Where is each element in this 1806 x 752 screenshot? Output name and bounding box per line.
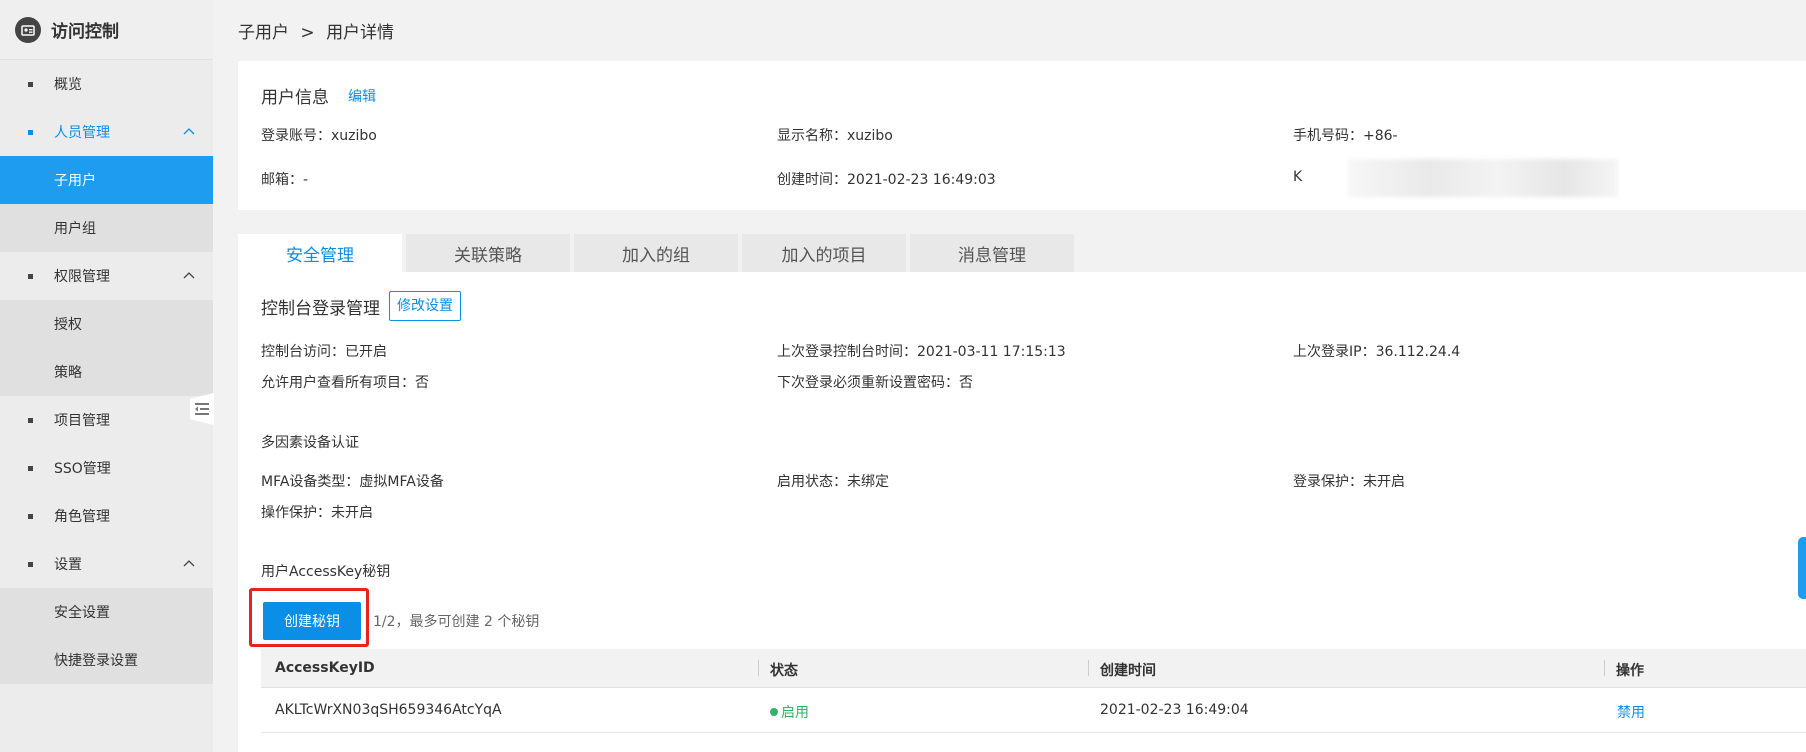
redacted-blur [1348, 159, 1618, 197]
tab-security-management[interactable]: 安全管理 [238, 234, 402, 272]
mfa-device-type: MFA设备类型：虚拟MFA设备 [261, 474, 444, 490]
sidebar-item-sub-users[interactable]: 子用户 [0, 156, 213, 204]
sidebar-item-permission-management[interactable]: 权限管理 [0, 252, 213, 300]
mfa-title: 多因素设备认证 [261, 435, 359, 451]
user-info-card: 用户信息 编辑 登录账号：xuzibo 显示名称：xuzibo 手机号码：+86… [238, 61, 1806, 210]
edit-user-link[interactable]: 编辑 [348, 86, 376, 106]
column-header-actions: 操作 [1616, 663, 1644, 679]
security-panel: 控制台登录管理 修改设置 控制台访问：已开启 上次登录控制台时间：2021-03… [238, 272, 1806, 752]
collapse-menu-icon [195, 403, 209, 415]
sidebar-item-label: 项目管理 [54, 413, 110, 429]
sidebar-item-label: 权限管理 [54, 269, 110, 285]
last-login-time: 上次登录控制台时间：2021-03-11 17:15:13 [777, 344, 1066, 360]
sidebar-item-role-management[interactable]: 角色管理 [0, 492, 213, 540]
console-access: 控制台访问：已开启 [261, 344, 387, 360]
column-header-status: 状态 [770, 663, 798, 679]
reset-password-next-login: 下次登录必须重新设置密码：否 [777, 375, 973, 391]
create-key-highlight: 创建秘钥 [249, 588, 369, 647]
sidebar-item-label: 人员管理 [54, 125, 110, 141]
status-badge: 启用 [770, 702, 809, 722]
access-key-id: AKLTcWrXN03qSH659346AtcYqA [275, 702, 502, 718]
sidebar-item-policies[interactable]: 策略 [0, 348, 213, 396]
sidebar-item-authorization[interactable]: 授权 [0, 300, 213, 348]
access-key-title: 用户AccessKey秘钥 [261, 564, 391, 580]
user-info-title: 用户信息 [261, 88, 329, 108]
mfa-enabled-status: 启用状态：未绑定 [777, 474, 889, 490]
redacted-field-label: K [1293, 169, 1303, 185]
create-key-button[interactable]: 创建秘钥 [263, 602, 361, 640]
sidebar-item-project-management[interactable]: 项目管理 [0, 396, 213, 444]
status-label: 启用 [781, 705, 809, 721]
breadcrumb-current: 用户详情 [326, 23, 395, 43]
main-content: 子用户 > 用户详情 用户信息 编辑 登录账号：xuzibo 显示名称：xuzi… [213, 0, 1806, 752]
modify-settings-button[interactable]: 修改设置 [389, 291, 461, 321]
chevron-up-icon [183, 560, 195, 567]
breadcrumb-separator: > [300, 23, 315, 43]
key-quota: 1/2，最多可创建 2 个秘钥 [373, 614, 540, 630]
sidebar-item-overview[interactable]: 概览 [0, 60, 213, 108]
tab-message-management[interactable]: 消息管理 [910, 234, 1074, 272]
email: 邮箱：- [261, 172, 309, 188]
sidebar-item-sso-management[interactable]: SSO管理 [0, 444, 213, 492]
last-login-ip: 上次登录IP：36.112.24.4 [1293, 344, 1461, 360]
login-account: 登录账号：xuzibo [261, 128, 377, 144]
sidebar-title: 访问控制 [51, 22, 119, 42]
column-header-access-key-id: AccessKeyID [275, 660, 375, 676]
floating-side-tab[interactable] [1798, 537, 1806, 599]
table-row: AKLTcWrXN03qSH659346AtcYqA 启用 2021-02-23… [261, 688, 1806, 733]
created-time: 创建时间：2021-02-23 16:49:03 [777, 172, 996, 188]
sidebar-item-label: SSO管理 [54, 461, 111, 477]
tab-bar: 安全管理 关联策略 加入的组 加入的项目 消息管理 [238, 234, 1078, 272]
access-control-logo-icon [15, 16, 41, 43]
key-created-time: 2021-02-23 16:49:04 [1100, 702, 1249, 718]
sidebar: 访问控制 概览 人员管理 子用户 用户组 权限管理 授权 策略 项目管理 SSO… [0, 0, 213, 752]
sidebar-item-label: 设置 [54, 557, 82, 573]
column-header-created-time: 创建时间 [1100, 663, 1156, 679]
sidebar-item-user-groups[interactable]: 用户组 [0, 204, 213, 252]
sidebar-item-label: 概览 [54, 77, 82, 93]
chevron-up-icon [183, 272, 195, 279]
phone-number: 手机号码：+86- [1293, 128, 1398, 144]
sidebar-item-people-management[interactable]: 人员管理 [0, 108, 213, 156]
tab-joined-groups[interactable]: 加入的组 [574, 234, 738, 272]
disable-key-link[interactable]: 禁用 [1617, 702, 1645, 722]
chevron-up-icon [183, 128, 195, 135]
console-login-title: 控制台登录管理 [261, 299, 380, 319]
tab-joined-projects[interactable]: 加入的项目 [742, 234, 906, 272]
mfa-login-protection: 登录保护：未开启 [1293, 474, 1405, 490]
breadcrumb: 子用户 > 用户详情 [238, 18, 400, 43]
sidebar-item-settings[interactable]: 设置 [0, 540, 213, 588]
tab-associated-policies[interactable]: 关联策略 [406, 234, 570, 272]
sidebar-header: 访问控制 [0, 0, 213, 60]
access-key-table-header: AccessKeyID 状态 创建时间 操作 [261, 649, 1806, 688]
breadcrumb-parent[interactable]: 子用户 [238, 23, 289, 43]
sidebar-item-quick-login-settings[interactable]: 快捷登录设置 [0, 636, 213, 684]
sidebar-item-label: 角色管理 [54, 509, 110, 525]
view-all-projects: 允许用户查看所有项目：否 [261, 375, 429, 391]
mfa-operation-protection: 操作保护：未开启 [261, 505, 373, 521]
display-name: 显示名称：xuzibo [777, 128, 893, 144]
sidebar-item-security-settings[interactable]: 安全设置 [0, 588, 213, 636]
status-dot-icon [770, 708, 778, 716]
